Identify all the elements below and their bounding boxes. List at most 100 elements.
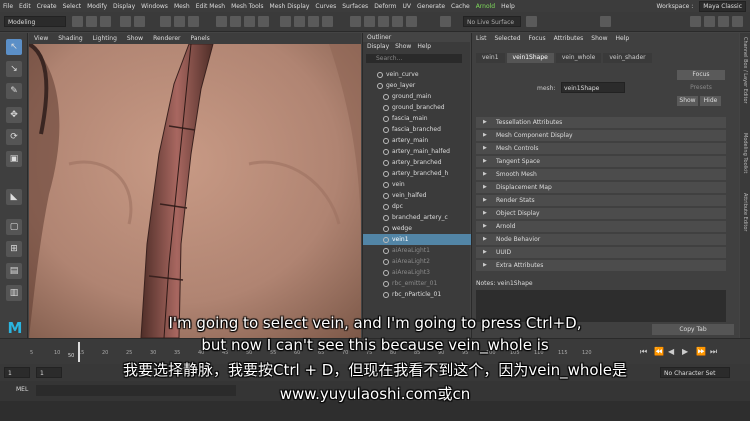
section-node-behavior[interactable]: Node Behavior [476, 234, 726, 245]
hypershade-icon[interactable] [406, 16, 417, 27]
section-object-display[interactable]: Object Display [476, 208, 726, 219]
channel-box-toggle-icon[interactable] [704, 16, 715, 27]
outliner-item[interactable]: branched_artery_c [363, 212, 487, 223]
outliner-item[interactable]: vein_curve [363, 69, 481, 80]
outliner-item[interactable]: aiAreaLight2 [363, 256, 487, 267]
outliner-item[interactable]: vein_halfed [363, 190, 487, 201]
viewport-menu-panels[interactable]: Panels [185, 35, 214, 42]
section-displacement-map[interactable]: Displacement Map [476, 182, 726, 193]
outliner-item[interactable]: fascia_main [363, 113, 487, 124]
section-mesh-controls[interactable]: Mesh Controls [476, 143, 726, 154]
snap-view-icon[interactable] [322, 16, 333, 27]
outliner-item[interactable]: artery_main_halfed [363, 146, 487, 157]
save-scene-icon[interactable] [100, 16, 111, 27]
soft-select-icon[interactable]: ◣ [6, 189, 22, 205]
outliner-item[interactable]: artery_main [363, 135, 487, 146]
section-arnold[interactable]: Arnold [476, 221, 726, 232]
ae-menu-list[interactable]: List [476, 33, 487, 44]
symmetry-icon[interactable] [526, 16, 537, 27]
outliner-menu-display[interactable]: Display [367, 42, 389, 52]
open-scene-icon[interactable] [86, 16, 97, 27]
attribute-editor-toggle-icon[interactable] [718, 16, 729, 27]
ae-menu-show[interactable]: Show [591, 33, 607, 44]
outliner-item[interactable]: rbc_emitter_01 [363, 278, 487, 289]
menu-set-dropdown[interactable]: Modeling [4, 16, 66, 27]
tab-vein-shader[interactable]: vein_shader [603, 53, 652, 63]
outliner-item[interactable]: geo_layer [363, 80, 481, 91]
rotate-tool-icon[interactable]: ⟳ [6, 129, 22, 145]
section-uuid[interactable]: UUID [476, 247, 726, 258]
menu-modify[interactable]: Modify [84, 3, 110, 10]
outliner-search-input[interactable]: Search... [366, 54, 462, 63]
menu-uv[interactable]: UV [400, 3, 415, 10]
paint-select-tool-icon[interactable]: ✎ [6, 83, 22, 99]
panel-toggle-icon[interactable] [690, 16, 701, 27]
menu-cache[interactable]: Cache [448, 3, 473, 10]
tab-vein-whole[interactable]: vein_whole [555, 53, 602, 63]
menu-display[interactable]: Display [110, 3, 138, 10]
menu-edit-mesh[interactable]: Edit Mesh [193, 3, 228, 10]
outliner-item[interactable]: aiAreaLight1 [363, 245, 487, 256]
pick-mask-2-icon[interactable] [230, 16, 241, 27]
render-settings-icon[interactable] [392, 16, 403, 27]
outliner-item[interactable]: artery_branched [363, 157, 487, 168]
outliner-menu-show[interactable]: Show [395, 42, 411, 52]
focus-button[interactable]: Focus [677, 70, 725, 80]
outliner-item[interactable]: wedge [363, 223, 487, 234]
new-scene-icon[interactable] [72, 16, 83, 27]
snap-curve-icon[interactable] [294, 16, 305, 27]
snap-point-icon[interactable] [308, 16, 319, 27]
sign-in-icon[interactable] [600, 16, 611, 27]
persp-outliner-layout-icon[interactable]: ▥ [6, 285, 22, 301]
select-object-icon[interactable] [174, 16, 185, 27]
pick-mask-icon[interactable] [216, 16, 227, 27]
select-tool-icon[interactable]: ↖ [6, 39, 22, 55]
workspace-dropdown[interactable]: Maya Classic [699, 1, 746, 12]
tab-modeling-toolkit[interactable]: Modeling Toolkit [742, 133, 748, 173]
menu-select[interactable]: Select [60, 3, 85, 10]
single-view-icon[interactable]: ▢ [6, 219, 22, 235]
outliner-item[interactable]: ground_branched [363, 102, 487, 113]
live-surface-field[interactable]: No Live Surface [463, 16, 521, 27]
outliner-item[interactable]: rbc_nParticle_01 [363, 289, 487, 300]
ae-menu-attributes[interactable]: Attributes [554, 33, 584, 44]
menu-file[interactable]: File [0, 3, 16, 10]
tab-vein1shape[interactable]: vein1Shape [506, 53, 554, 63]
scale-tool-icon[interactable]: ▣ [6, 151, 22, 167]
render-frame-icon[interactable] [364, 16, 375, 27]
magnet-icon[interactable] [440, 16, 451, 27]
outliner-item-selected[interactable]: vein1 [363, 234, 487, 245]
menu-edit[interactable]: Edit [16, 3, 34, 10]
outliner-item[interactable]: artery_branched_h [363, 168, 487, 179]
outliner-item[interactable]: fascia_branched [363, 124, 487, 135]
outliner-item[interactable]: dpc [363, 201, 487, 212]
select-component-icon[interactable] [188, 16, 199, 27]
four-view-icon[interactable]: ⊞ [6, 241, 22, 257]
outliner-layout-icon[interactable]: ▤ [6, 263, 22, 279]
outliner-item[interactable]: ground_main [363, 91, 487, 102]
ae-menu-help[interactable]: Help [615, 33, 629, 44]
viewport-3d[interactable] [29, 44, 361, 338]
section-tessellation[interactable]: Tessellation Attributes [476, 117, 726, 128]
tab-channel-box[interactable]: Channel Box / Layer Editor [742, 37, 748, 104]
outliner-item[interactable]: aiAreaLight3 [363, 267, 487, 278]
menu-mesh-display[interactable]: Mesh Display [267, 3, 313, 10]
outliner-item[interactable]: vein [363, 179, 487, 190]
menu-deform[interactable]: Deform [371, 3, 399, 10]
menu-surfaces[interactable]: Surfaces [339, 3, 371, 10]
menu-curves[interactable]: Curves [312, 3, 339, 10]
tool-settings-toggle-icon[interactable] [732, 16, 743, 27]
viewport-menu-show[interactable]: Show [122, 35, 148, 42]
section-extra-attributes[interactable]: Extra Attributes [476, 260, 726, 271]
undo-icon[interactable] [120, 16, 131, 27]
ae-menu-focus[interactable]: Focus [529, 33, 546, 44]
section-render-stats[interactable]: Render Stats [476, 195, 726, 206]
menu-arnold[interactable]: Arnold [473, 3, 498, 10]
show-button[interactable]: Show [677, 96, 698, 106]
move-tool-icon[interactable]: ✥ [6, 107, 22, 123]
lasso-tool-icon[interactable]: ↘ [6, 61, 22, 77]
viewport-menu-lighting[interactable]: Lighting [88, 35, 122, 42]
history-icon[interactable] [350, 16, 361, 27]
tab-attribute-editor[interactable]: Attribute Editor [742, 193, 748, 231]
pick-mask-4-icon[interactable] [258, 16, 269, 27]
